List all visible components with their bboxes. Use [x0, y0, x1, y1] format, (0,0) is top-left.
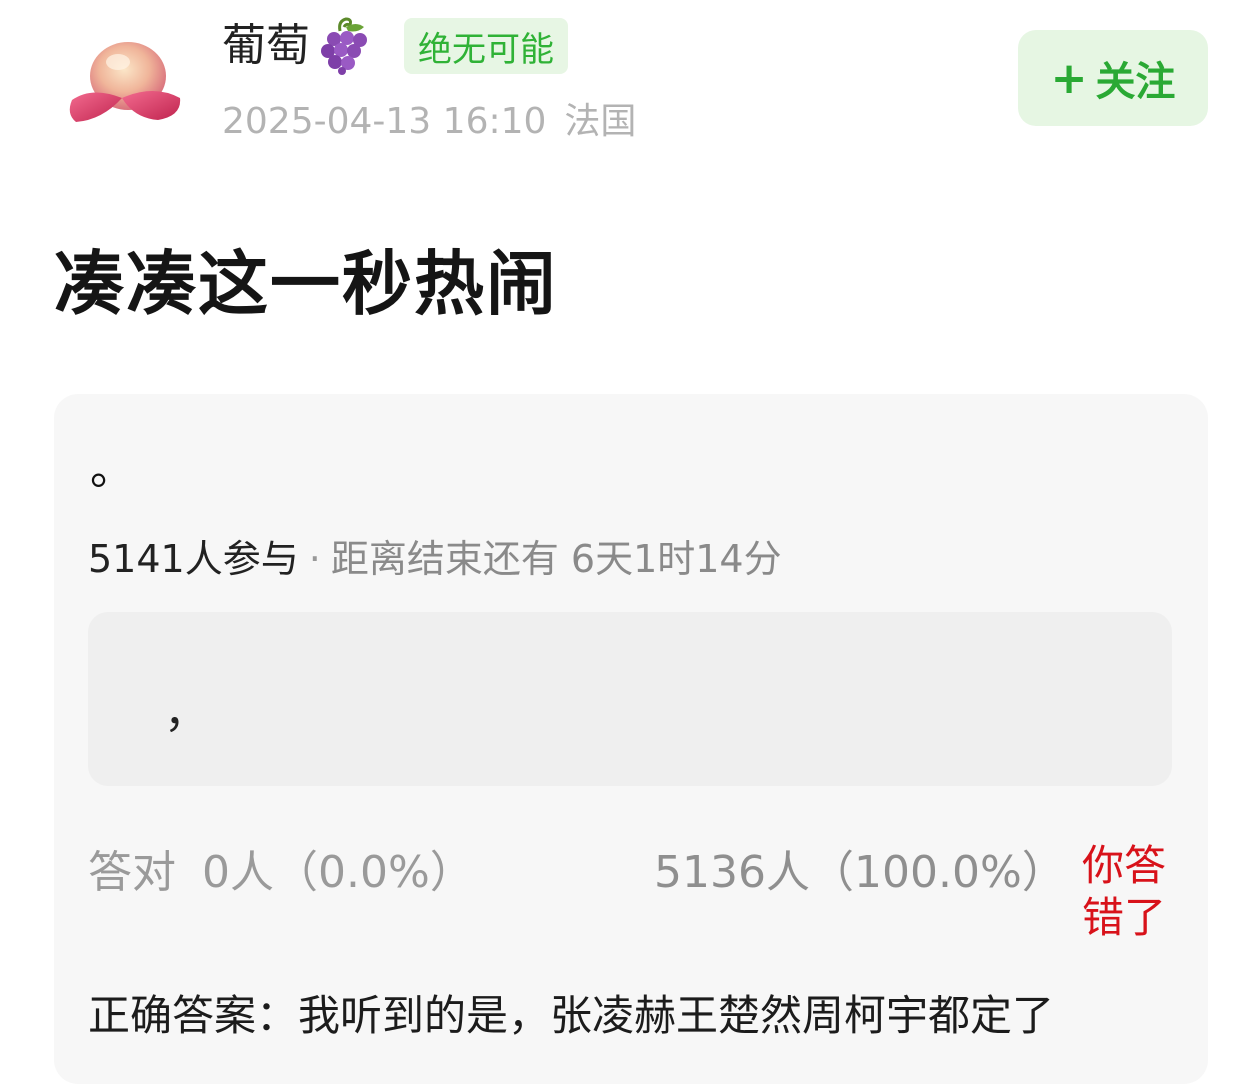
- correct-label: 答对: [88, 847, 176, 898]
- stats-separator: ·: [308, 537, 321, 581]
- quiz-option[interactable]: ，: [88, 612, 1172, 786]
- quiz-stats: 5141人参与 · 距离结束还有 6天1时14分: [88, 528, 782, 583]
- post-time: 2025-04-13 16:10: [222, 101, 547, 142]
- username-text: 葡萄: [222, 20, 310, 71]
- result-wrong-count: 5136人（100.0%）: [654, 847, 1066, 898]
- post-location: 法国: [564, 101, 637, 142]
- result-correct: 答对 0人（0.0%）: [88, 836, 474, 900]
- plus-icon: +: [1050, 52, 1088, 104]
- participant-count: 5141人参与: [88, 537, 299, 581]
- avatar-image: [69, 42, 181, 122]
- avatar[interactable]: [62, 28, 194, 138]
- correct-answer: 正确答案：我听到的是，张凌赫王楚然周柯宇都定了: [88, 991, 1055, 1040]
- post-meta: 2025-04-13 16:10 法国: [222, 92, 636, 144]
- follow-label: 关注: [1095, 59, 1176, 105]
- user-badge: 绝无可能: [404, 18, 568, 74]
- your-result-badge: 你答错了: [1082, 841, 1167, 942]
- post-title: 凑凑这一秒热闹: [54, 243, 558, 325]
- grape-icon: [316, 17, 372, 75]
- quiz-card: 。 5141人参与 · 距离结束还有 6天1时14分 ， 答对 0人（0.0%） 51…: [54, 394, 1208, 1084]
- quiz-question: 。: [90, 444, 134, 495]
- follow-button[interactable]: + 关注: [1018, 30, 1208, 126]
- quiz-option-text: ，: [164, 687, 208, 738]
- time-remaining: 距离结束还有 6天1时14分: [330, 537, 782, 581]
- correct-count: 0人（0.0%）: [202, 847, 474, 898]
- username[interactable]: 葡萄: [222, 16, 372, 76]
